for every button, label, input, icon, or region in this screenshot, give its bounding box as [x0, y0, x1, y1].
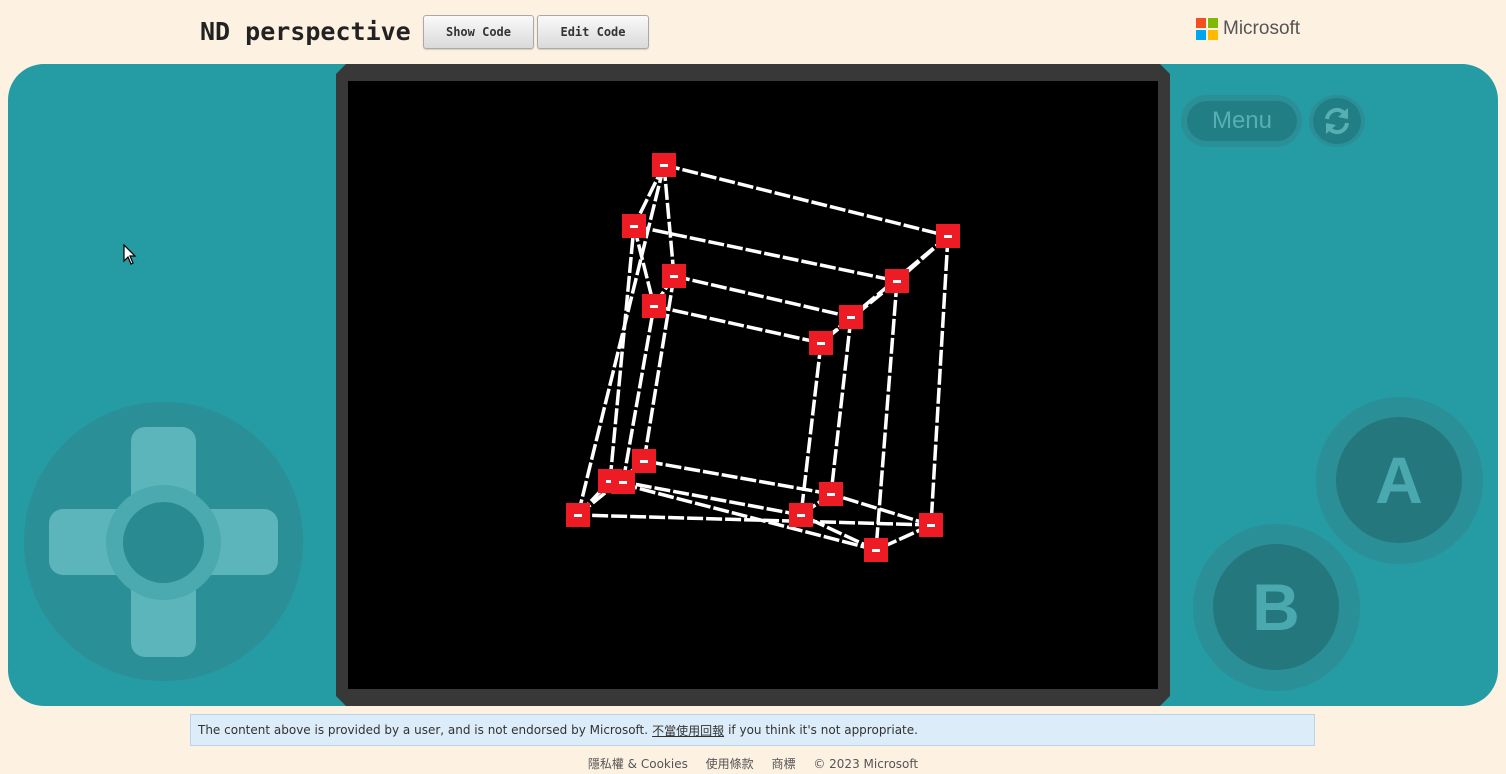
- edit-code-button[interactable]: Edit Code: [537, 15, 649, 49]
- refresh-icon: [1325, 107, 1349, 135]
- notice-text: The content above is provided by a user,…: [198, 723, 649, 737]
- vertex-edge-stub: [817, 342, 825, 345]
- content-notice: The content above is provided by a user,…: [190, 714, 1315, 746]
- brand-name: Microsoft: [1223, 18, 1301, 39]
- vertex-edge-stub: [670, 275, 678, 278]
- terms-link[interactable]: 使用條款: [706, 757, 754, 771]
- dpad-center: [123, 502, 204, 583]
- vertex-edge-stub: [944, 235, 952, 238]
- hypercube-edge: [829, 316, 853, 495]
- b-button[interactable]: B: [1213, 544, 1339, 670]
- vertex-edge-stub: [630, 225, 638, 228]
- vertex-edge-stub: [927, 524, 935, 527]
- vertex-edge-stub: [660, 164, 668, 167]
- mouse-cursor-icon: [123, 244, 137, 265]
- hypercube-edge: [622, 480, 802, 517]
- report-abuse-link[interactable]: 不當使用回報: [652, 722, 724, 739]
- show-code-button[interactable]: Show Code: [423, 15, 534, 49]
- trademarks-link[interactable]: 商標: [772, 757, 796, 771]
- copyright: © 2023 Microsoft: [813, 757, 919, 771]
- vertex-edge-stub: [847, 316, 855, 319]
- hypercube-edge: [653, 304, 822, 345]
- notice-suffix: if you think it's not appropriate.: [728, 723, 918, 737]
- privacy-link[interactable]: 隱私權 & Cookies: [588, 757, 688, 771]
- hypercube-edge: [673, 274, 852, 319]
- vertex-edge-stub: [872, 549, 880, 552]
- page-title: ND perspective: [200, 17, 411, 46]
- a-button[interactable]: A: [1336, 417, 1462, 543]
- vertex-edge-stub: [640, 460, 648, 463]
- footer: 隱私權 & Cookies 使用條款 商標 © 2023 Microsoft: [0, 755, 1506, 772]
- microsoft-logo[interactable]: Microsoft: [1196, 18, 1300, 40]
- vertex-edge-stub: [893, 280, 901, 283]
- vertex-edge-stub: [650, 305, 658, 308]
- hypercube-edge: [662, 164, 676, 277]
- vertex-edge-stub: [619, 481, 627, 484]
- microsoft-logo-icon: [1196, 18, 1218, 40]
- hypercube-edge: [929, 235, 950, 526]
- vertex-edge-stub: [574, 514, 582, 517]
- game-screen[interactable]: [348, 81, 1158, 689]
- vertex-edge-stub: [827, 493, 835, 496]
- reset-button[interactable]: [1313, 98, 1361, 144]
- vertex-edge-stub: [797, 514, 805, 517]
- hypercube-edge: [663, 163, 949, 238]
- menu-button[interactable]: Menu: [1187, 101, 1297, 141]
